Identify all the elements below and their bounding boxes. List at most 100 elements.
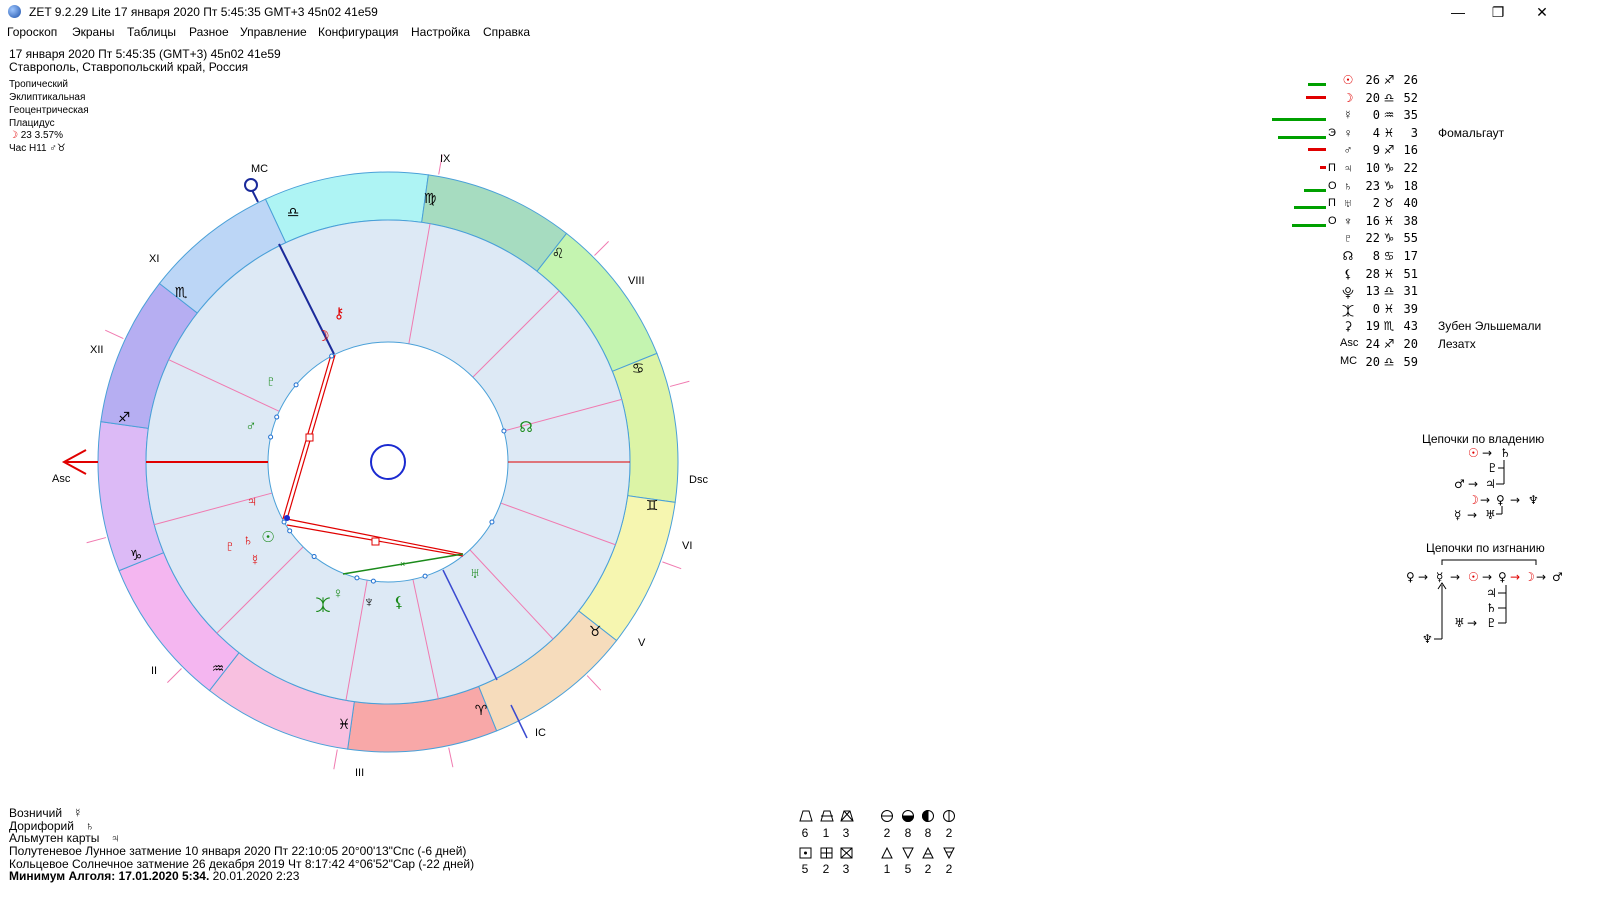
planet-sign-icon: ♑ xyxy=(1383,178,1395,193)
libra-icon: ♎ xyxy=(287,204,300,220)
menu-tables[interactable]: Таблицы xyxy=(127,25,176,39)
moon-icon: ☽ xyxy=(316,328,329,345)
stat-top-1: 6 xyxy=(801,826,809,840)
planet-position-dot xyxy=(293,382,299,388)
stat-top-4: 2 xyxy=(883,826,891,840)
menu-horoscope[interactable]: Гороскоп xyxy=(7,25,57,39)
menu-configuration[interactable]: Конфигурация xyxy=(318,25,399,39)
venus-2-icon: ♀ xyxy=(1498,570,1507,584)
dignity-bar xyxy=(1272,118,1326,122)
venus-icon: ♀ xyxy=(1406,570,1415,584)
planet-minutes: 35 xyxy=(1403,108,1418,123)
planet-sign-icon: ♎ xyxy=(1383,90,1395,105)
planet-position-dot xyxy=(370,578,376,584)
pluto-icon: ♇ xyxy=(265,373,276,390)
house-label-xii: XII xyxy=(90,344,103,356)
planet-degree: 19 xyxy=(1365,319,1380,334)
planet-degree: 23 xyxy=(1365,178,1380,193)
jupiter-icon: ♃ xyxy=(1486,586,1497,600)
stat-bottom-2: 2 xyxy=(822,862,830,876)
planet-glyph-icon: ☉ xyxy=(1342,73,1354,87)
venus-icon: ♀ xyxy=(1496,493,1505,507)
planet-glyph-icon: ☊ xyxy=(1342,249,1354,263)
aries-icon: ♈ xyxy=(475,702,488,718)
planet-glyph-icon: ♅ xyxy=(1343,196,1353,211)
planet-row: ♂ 9 ♐ 16 xyxy=(1260,143,1590,161)
chart-datetime: 17 января 2020 Пт 5:45:35 (GMT+3) 45n02 … xyxy=(9,47,281,61)
stat-top-2: 1 xyxy=(822,826,830,840)
dignity-marker: П xyxy=(1328,162,1336,174)
stat-bottom-5: 5 xyxy=(904,862,912,876)
saturn-icon: ♄ xyxy=(1500,446,1511,460)
house-cusp-tick xyxy=(586,675,602,691)
stat-top-3: 3 xyxy=(842,826,850,840)
aspect-marker xyxy=(305,433,314,442)
minimize-button[interactable]: — xyxy=(1443,2,1473,22)
planet-position-dot xyxy=(274,414,280,420)
planet-row: ♇ 22 ♑ 55 xyxy=(1260,231,1590,249)
menu-bar: Гороскоп Экраны Таблицы Разное Управлени… xyxy=(0,24,1600,42)
planet-sign-icon: ♋ xyxy=(1383,249,1395,263)
house-label-ii: II xyxy=(151,665,157,677)
menu-control[interactable]: Управление xyxy=(240,25,307,39)
dignity-bar xyxy=(1294,206,1326,210)
planet-degree: 28 xyxy=(1365,266,1380,281)
trapezoid-split-icon xyxy=(820,810,834,822)
planet-row: П ♃ 10 ♑ 22 xyxy=(1260,161,1590,179)
svg-text:→: → xyxy=(1482,570,1492,584)
maximize-button[interactable]: ❐ xyxy=(1483,2,1513,22)
stat-top-7: 2 xyxy=(945,826,953,840)
house-label-ic: IC xyxy=(535,727,546,739)
uranus-icon: ♅ xyxy=(469,565,480,582)
stat-top-6: 8 xyxy=(924,826,932,840)
planet-degree: 10 xyxy=(1365,161,1380,175)
venus-icon: ♀ xyxy=(332,585,343,602)
planet-row: ☉ 26 ♐ 26 xyxy=(1260,73,1590,91)
jupiter-icon: ♃ xyxy=(110,831,120,845)
planet-degree: 13 xyxy=(1365,284,1380,299)
planet-position-dot xyxy=(329,353,335,359)
planet-sign-icon: ♑ xyxy=(1383,161,1395,175)
aquarius-icon: ♒ xyxy=(212,660,225,676)
svg-text:→: → xyxy=(1468,477,1478,491)
planet-sign-icon: ♉ xyxy=(1383,196,1395,211)
planet-position-dot xyxy=(311,554,317,560)
natal-chart-wheel[interactable]: × IX VIII Dsc VI V IC III II Asc XII XI … xyxy=(40,140,720,790)
dignity-marker: О xyxy=(1328,179,1337,192)
planet-sign-icon: ♓ xyxy=(1383,125,1395,140)
planet-sign-icon: ♐ xyxy=(1383,337,1395,351)
close-button[interactable]: ✕ xyxy=(1527,2,1557,22)
house-label-xi: XI xyxy=(149,253,159,265)
planet-degree: 16 xyxy=(1365,213,1380,228)
planet-glyph-icon: ♀ xyxy=(1343,125,1353,140)
planet-row: Asc 24 ♐ 20 Лезатх xyxy=(1260,337,1590,355)
svg-text:→: → xyxy=(1536,570,1546,584)
mars-icon: ♂ xyxy=(245,418,256,435)
planet-minutes: 31 xyxy=(1403,284,1418,299)
menu-settings[interactable]: Настройка xyxy=(411,25,470,39)
planet-minutes: 3 xyxy=(1410,125,1418,140)
menu-help[interactable]: Справка xyxy=(483,25,530,39)
planet-degree: 24 xyxy=(1365,337,1380,351)
pluto-2-icon: ♇ xyxy=(224,538,235,555)
planet-glyph-icon: ⚳ xyxy=(1343,319,1353,334)
lunar-eclipse-info: Полутеневое Лунное затмение 10 января 20… xyxy=(9,844,467,858)
stat-bottom-1: 5 xyxy=(801,862,809,876)
pluto-icon: ♇ xyxy=(1487,461,1498,475)
menu-screens[interactable]: Экраны xyxy=(72,25,114,39)
algol-minimum: Минимум Алголя: 17.01.2020 5:34. 20.01.2… xyxy=(9,869,299,883)
triangle-up-icon xyxy=(881,846,893,859)
cancer-icon: ♋ xyxy=(632,360,645,376)
house-label-viii: VIII xyxy=(628,275,645,287)
uranus-icon: ♅ xyxy=(1485,508,1496,522)
planet-row: ⯓ 13 ♎ 31 xyxy=(1260,284,1590,302)
mercury-icon: ☿ xyxy=(249,552,260,569)
fixed-star-name: Зубен Эльшемали xyxy=(1438,319,1542,334)
svg-text:→: → xyxy=(1467,616,1477,630)
house-label-dsc: Dsc xyxy=(689,474,708,486)
svg-text:→: → xyxy=(1480,493,1490,507)
menu-misc[interactable]: Разное xyxy=(189,25,229,39)
house-cusp-tick xyxy=(333,749,338,770)
planet-row: Э ♀ 4 ♓ 3 Фомальгаут xyxy=(1260,126,1590,144)
planet-degree: 22 xyxy=(1365,231,1380,246)
